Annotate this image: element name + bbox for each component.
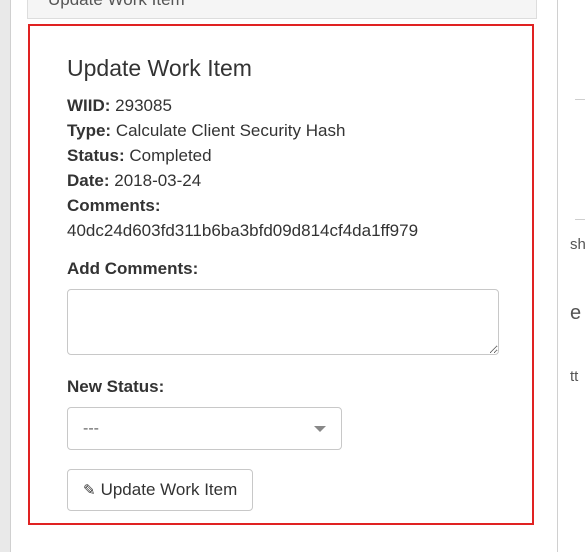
date-label: Date: — [67, 171, 110, 190]
new-status-selected-value: --- — [83, 420, 99, 437]
update-work-item-button[interactable]: ✎ Update Work Item — [67, 469, 254, 511]
comments-label: Comments: — [67, 196, 161, 215]
work-item-details: WIID: 293085 Type: Calculate Client Secu… — [67, 93, 507, 243]
type-label: Type: — [67, 121, 112, 140]
status-value: Completed — [129, 146, 212, 165]
chevron-down-icon — [314, 426, 326, 432]
background-text-fragment: e — [570, 302, 582, 324]
modal-header-title: Update Work Item — [48, 0, 185, 10]
update-work-item-form: Update Work Item WIID: 293085 Type: Calc… — [67, 52, 507, 511]
comments-value: 40dc24d603fd311b6ba3bfd09d814cf4da1ff979 — [67, 221, 419, 240]
background-divider — [575, 99, 585, 100]
new-status-select[interactable]: --- — [67, 407, 342, 450]
wiid-label: WIID: — [67, 96, 111, 115]
date-value: 2018-03-24 — [114, 171, 202, 190]
form-title: Update Work Item — [67, 55, 252, 81]
pencil-icon: ✎ — [83, 482, 96, 499]
type-value: Calculate Client Security Hash — [115, 121, 346, 140]
add-comments-label: Add Comments: — [67, 259, 199, 278]
background-page — [556, 0, 585, 552]
background-text-fragment: tt — [570, 368, 579, 385]
background-divider — [575, 219, 585, 220]
background-text-fragment: sh — [570, 236, 585, 253]
update-button-label: Update Work Item — [100, 480, 238, 499]
status-label: Status: — [67, 146, 125, 165]
wiid-value: 293085 — [115, 96, 172, 115]
modal-header: Update Work Item — [27, 0, 537, 19]
add-comments-textarea[interactable] — [67, 289, 499, 355]
new-status-label: New Status: — [67, 377, 165, 396]
